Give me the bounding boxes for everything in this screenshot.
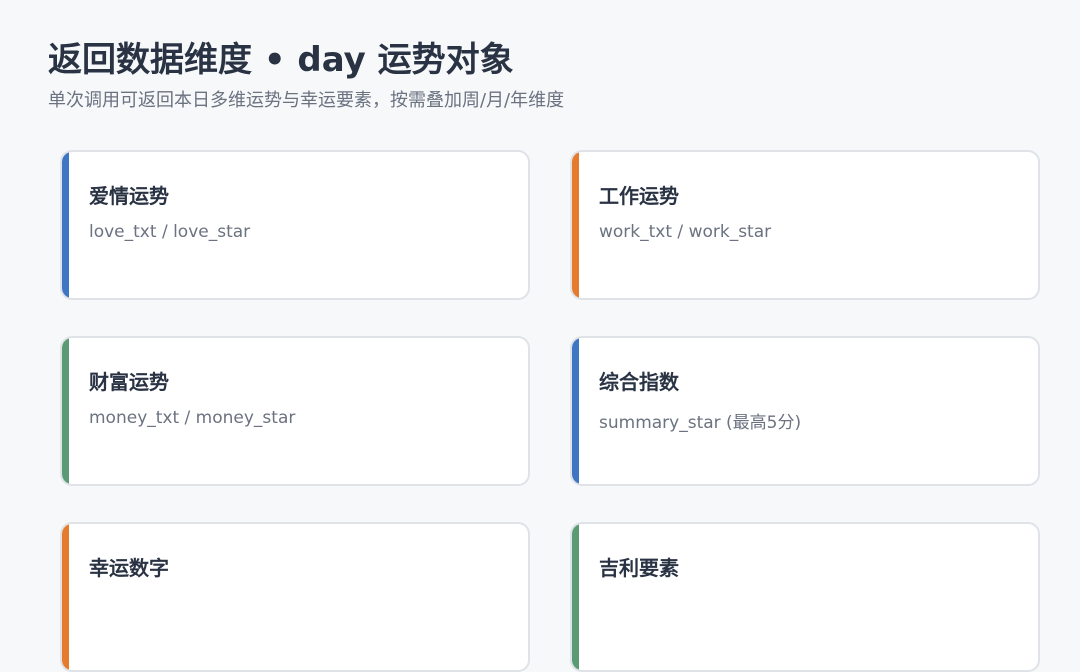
card-accent-bar [572, 338, 579, 484]
card-summary-index: 综合指数 summary_star (最高5分) [570, 336, 1040, 486]
card-fields: summary_star (最高5分) [599, 413, 802, 433]
card-love-fortune: 爱情运势 love_txt / love_star [60, 150, 530, 300]
card-title: 吉利要素 [599, 556, 679, 580]
card-lucky-elements: 吉利要素 [570, 522, 1040, 672]
card-title: 爱情运势 [89, 184, 169, 208]
page-subtitle: 单次调用可返回本日多维运势与幸运要素，按需叠加周/月/年维度 [48, 90, 565, 111]
card-accent-bar [62, 524, 69, 670]
card-fields: work_txt / work_star [599, 222, 772, 242]
card-work-fortune: 工作运势 work_txt / work_star [570, 150, 1040, 300]
card-accent-bar [572, 524, 579, 670]
card-title: 工作运势 [599, 184, 679, 208]
card-title: 综合指数 [599, 370, 679, 394]
card-accent-bar [62, 152, 69, 298]
card-accent-bar [62, 338, 69, 484]
card-money-fortune: 财富运势 money_txt / money_star [60, 336, 530, 486]
card-accent-bar [572, 152, 579, 298]
card-fields: love_txt / love_star [89, 222, 251, 242]
card-lucky-number: 幸运数字 [60, 522, 530, 672]
card-title: 财富运势 [89, 370, 169, 394]
card-title: 幸运数字 [89, 556, 169, 580]
card-fields: money_txt / money_star [89, 408, 296, 428]
page-title: 返回数据维度 • day 运势对象 [48, 40, 514, 80]
